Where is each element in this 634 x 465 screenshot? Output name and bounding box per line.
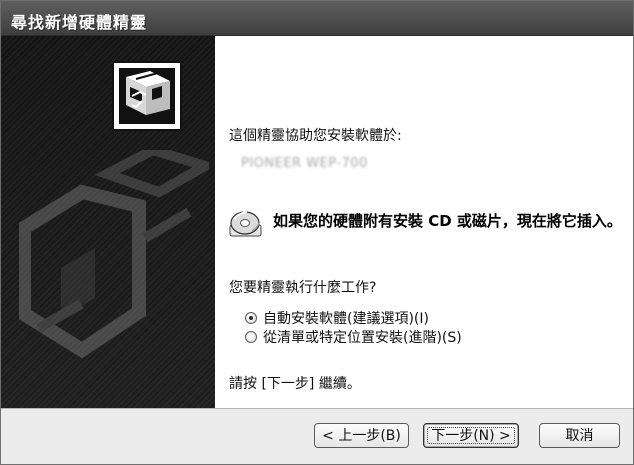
wizard-content-panel: 這個精靈協助您安裝軟體於: PIONEER WEP-700 如果您的硬體附有安裝…	[215, 36, 633, 408]
window-title: 尋找新增硬體精靈	[11, 13, 148, 32]
hardware-wizard-icon	[112, 61, 182, 131]
auto-install-label: 自動安裝軟體(建議選項)(I)	[263, 311, 429, 327]
next-button-label: 下一步(N) >	[431, 428, 511, 444]
auto-install-option[interactable]: 自動安裝軟體(建議選項)(I)	[245, 309, 429, 327]
radio-unselected-icon[interactable]	[245, 331, 257, 343]
intro-text: 這個精靈協助您安裝軟體於:	[229, 128, 402, 144]
continue-instruction: 請按 [下一步] 繼續。	[229, 376, 361, 392]
advanced-install-option[interactable]: 從清單或特定位置安裝(進階)(S)	[245, 328, 462, 346]
button-bar: < 上一步(B) 下一步(N) > 取消	[1, 408, 633, 464]
insert-media-message: 如果您的硬體附有安裝 CD 或磁片，現在將它插入。	[227, 202, 622, 246]
radio-selected-icon[interactable]	[245, 312, 257, 324]
next-button[interactable]: 下一步(N) >	[423, 423, 519, 448]
cd-disc-icon	[229, 211, 262, 237]
cancel-button[interactable]: 取消	[539, 423, 620, 448]
wizard-side-panel	[1, 36, 215, 408]
question-text: 您要精靈執行什麼工作?	[229, 280, 377, 296]
hardware-silhouette-icon	[19, 150, 209, 359]
wizard-window: 尋找新增硬體精靈 這個精靈協助您安裝軟體於: PIONEER WEP-700 如…	[0, 0, 634, 465]
title-bar[interactable]: 尋找新增硬體精靈	[1, 1, 633, 36]
insert-prompt: 如果您的硬體附有安裝 CD 或磁片，現在將它插入。	[273, 212, 622, 230]
device-name: PIONEER WEP-700	[241, 156, 368, 171]
back-button[interactable]: < 上一步(B)	[314, 423, 409, 448]
advanced-install-label: 從清單或特定位置安裝(進階)(S)	[263, 330, 462, 346]
